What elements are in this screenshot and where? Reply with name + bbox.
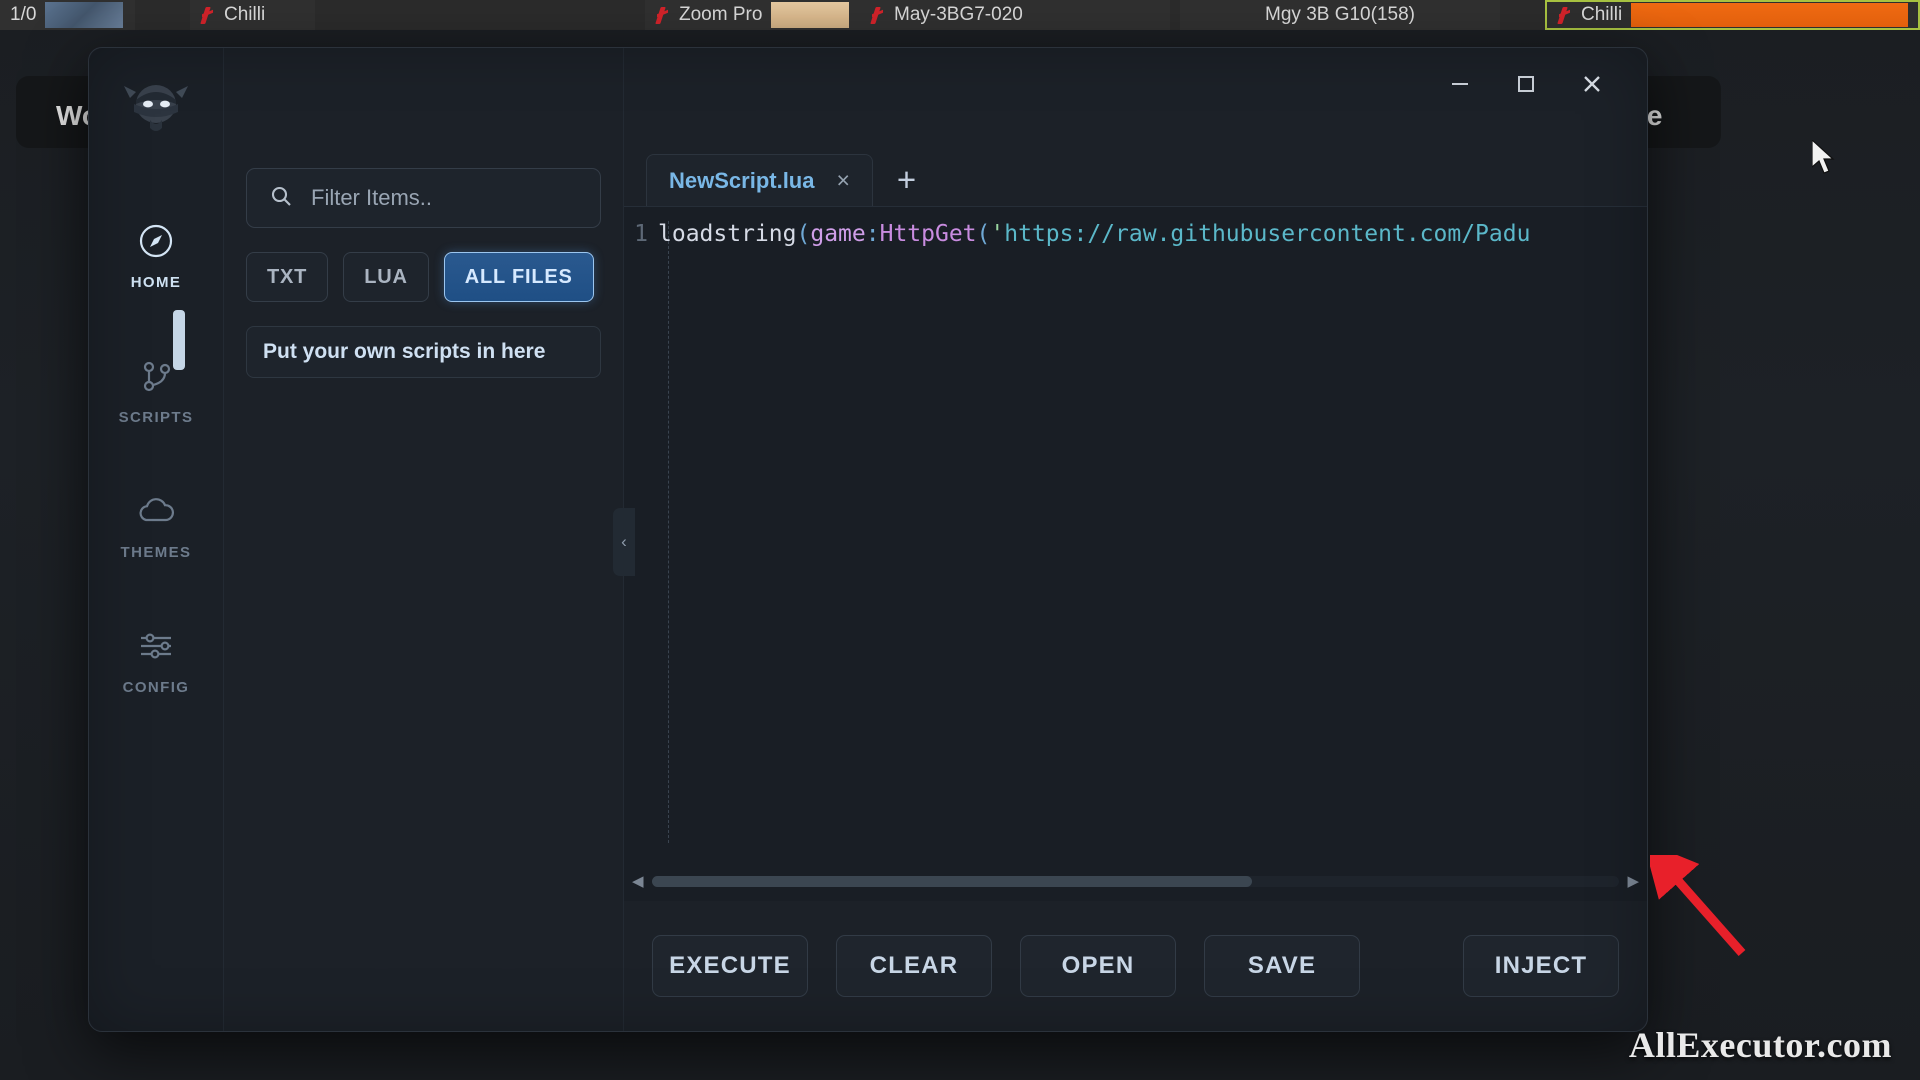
sidebar-item-label: SCRIPTS [118, 409, 194, 426]
taskbar-thumbnail [1631, 3, 1908, 27]
window-edge-nub[interactable] [173, 310, 185, 370]
list-item[interactable]: Put your own scripts in here [246, 326, 601, 378]
execute-button[interactable]: EXECUTE [652, 935, 808, 997]
editor-tabbar: NewScript.lua × + [624, 148, 1647, 206]
filter-lua-button[interactable]: LUA [343, 252, 429, 302]
taskbar-item-4[interactable]: Mgy 3B G10(158) [1180, 0, 1500, 30]
tab-newscript-lua[interactable]: NewScript.lua × [646, 154, 873, 206]
line-number: 1 [634, 221, 648, 247]
code-token: ' [990, 221, 1005, 247]
filter-box[interactable] [246, 168, 601, 228]
taskbar-item-label: Zoom Pro [679, 4, 763, 25]
sidebar-item-themes[interactable]: THEMES [89, 470, 224, 575]
code-line: 1 loadstring(game:HttpGet('https://raw.g… [624, 207, 1647, 247]
red-pointer-arrow [1643, 841, 1760, 970]
add-tab-button[interactable]: + [883, 163, 930, 206]
desktop-background: 1/0 Chilli Zoom Pro May-3BG7-020 Mgy 3B … [0, 0, 1920, 1080]
taskbar-item-label: 1/0 [10, 4, 37, 25]
code-token: ( [976, 221, 991, 247]
indent-guide [668, 221, 669, 843]
sidebar-item-home[interactable]: HOME [89, 200, 224, 305]
taskbar-thumbnail [45, 2, 124, 28]
type-filter-group: TXT LUA ALL FILES [246, 252, 601, 302]
compass-icon [135, 220, 177, 262]
code-token: https://raw.githubusercontent.com/Padu [1004, 221, 1531, 247]
script-list: Put your own scripts in here [246, 326, 601, 378]
code-token: HttpGet [879, 221, 977, 247]
executor-window: HOME SCRIPTS THEMES CONFIG Filter Items.… [88, 47, 1648, 1032]
action-buttons: EXECUTE CLEAR OPEN SAVE INJECT [624, 901, 1647, 1031]
code-token: game [810, 221, 866, 247]
search-icon [269, 184, 293, 213]
sidebar-item-label: THEMES [120, 544, 192, 561]
code-token: : [865, 221, 880, 247]
sidebar-item-config[interactable]: CONFIG [89, 605, 224, 710]
horizontal-scrollbar[interactable]: ◀ ▶ [632, 871, 1639, 891]
panel-collapse-handle[interactable]: ‹ [613, 508, 635, 576]
scroll-left-arrow-icon[interactable]: ◀ [632, 872, 644, 890]
code-token: ( [796, 221, 811, 247]
taskbar-item-0[interactable]: 1/0 [0, 0, 135, 30]
sidebar: HOME SCRIPTS THEMES CONFIG [89, 48, 224, 1031]
watermark: AllExecutor.com [1628, 1025, 1892, 1065]
code-text: loadstring(game:HttpGet('https://raw.git… [658, 221, 1530, 247]
editor-column: NewScript.lua × + 1 loadstring(game:Http… [624, 48, 1647, 1031]
clear-button[interactable]: CLEAR [836, 935, 992, 997]
taskbar-item-3[interactable]: May-3BG7-020 [860, 0, 1170, 30]
filter-txt-button[interactable]: TXT [246, 252, 329, 302]
sidebar-item-label: CONFIG [122, 679, 190, 696]
filter-all-files-button[interactable]: ALL FILES [443, 252, 594, 302]
chilli-icon [200, 6, 215, 25]
sliders-icon [135, 625, 177, 667]
cloud-icon [135, 490, 177, 532]
tab-label: NewScript.lua [669, 167, 815, 193]
taskbar-item-5[interactable]: Chilli [1545, 0, 1920, 30]
minimize-button[interactable] [1445, 69, 1475, 99]
taskbar-item-label: Chilli [1581, 4, 1623, 25]
code-token: loadstring [658, 221, 797, 247]
chilli-icon [870, 6, 885, 25]
files-panel: TXT LUA ALL FILES Put your own scripts i… [224, 48, 624, 1031]
ninja-logo [120, 70, 192, 142]
inject-button[interactable]: INJECT [1463, 935, 1619, 997]
taskbar-thumbnail [771, 2, 850, 28]
sidebar-item-scripts[interactable]: SCRIPTS [89, 335, 224, 440]
taskbar: 1/0 Chilli Zoom Pro May-3BG7-020 Mgy 3B … [0, 0, 1920, 30]
taskbar-item-1[interactable]: Chilli [190, 0, 315, 30]
close-button[interactable] [1577, 69, 1607, 99]
taskbar-item-label: Chilli [224, 4, 266, 25]
scroll-right-arrow-icon[interactable]: ▶ [1627, 872, 1639, 890]
close-icon[interactable]: × [836, 169, 849, 192]
maximize-button[interactable] [1511, 69, 1541, 99]
window-titlebar [1227, 48, 1647, 120]
taskbar-item-label: Mgy 3B G10(158) [1265, 4, 1415, 25]
scrollbar-thumb[interactable] [651, 875, 1252, 887]
filter-input[interactable] [311, 185, 599, 211]
chilli-icon [1557, 6, 1572, 25]
scrollbar-track[interactable] [651, 875, 1620, 887]
sidebar-item-label: HOME [130, 274, 182, 291]
taskbar-item-label: May-3BG7-020 [894, 4, 1023, 25]
git-branch-icon [135, 355, 177, 397]
open-button[interactable]: OPEN [1020, 935, 1176, 997]
save-button[interactable]: SAVE [1204, 935, 1360, 997]
chilli-icon [655, 6, 670, 25]
code-editor[interactable]: 1 loadstring(game:HttpGet('https://raw.g… [624, 206, 1647, 901]
